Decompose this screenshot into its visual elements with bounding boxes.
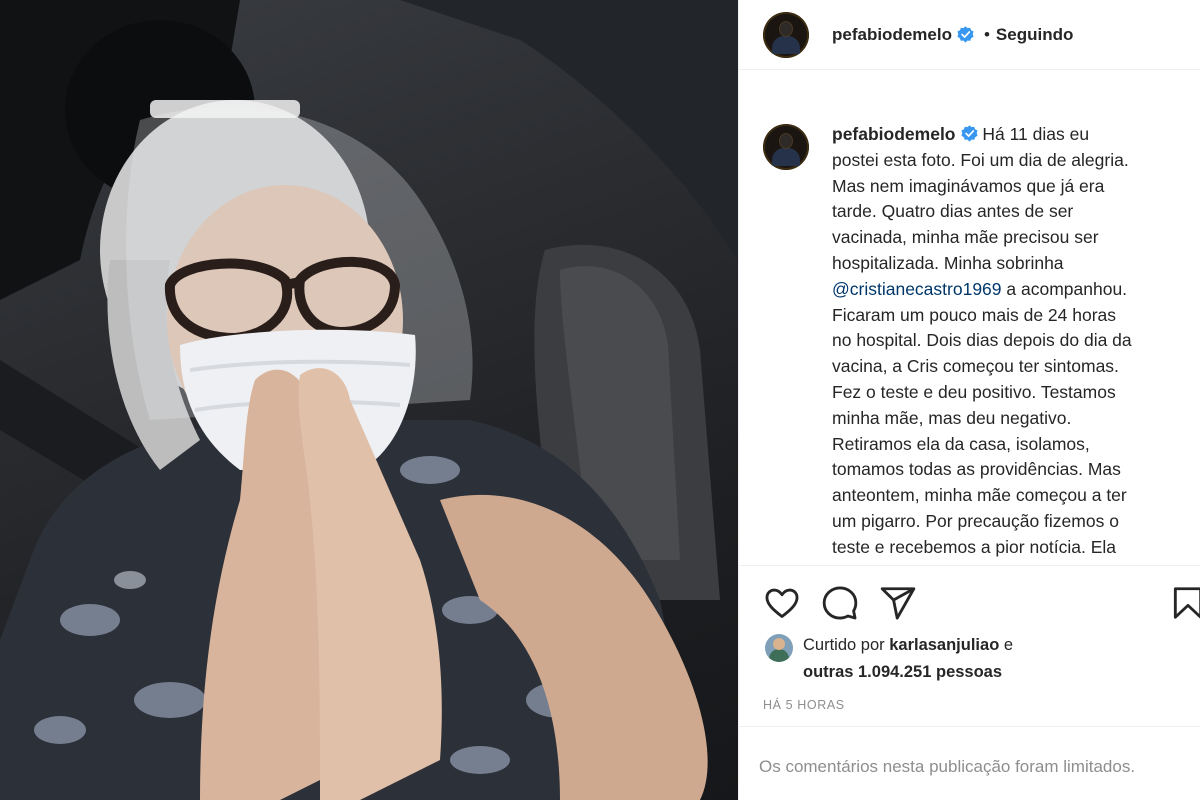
caption-line: Fez o teste e deu positivo. Testamos — [832, 381, 1116, 402]
caption-area: pefabiodemelo Há 11 dias eu postei esta … — [739, 70, 1200, 566]
caption-line: teste e recebemos a pior notícia. Ela — [832, 536, 1117, 557]
likes-prefix: Curtido por — [803, 636, 885, 654]
post-side-panel: pefabiodemelo • Seguindo pefabiodemelo H… — [738, 0, 1200, 800]
heart-icon[interactable] — [763, 584, 801, 622]
caption-username[interactable]: pefabiodemelo — [832, 124, 956, 144]
post-header: pefabiodemelo • Seguindo — [739, 0, 1200, 70]
comments-limited-notice: Os comentários nesta publicação foram li… — [739, 726, 1200, 800]
caption-line: pefabiodemelo Há 11 dias eu — [832, 122, 1200, 148]
post-caption: pefabiodemelo Há 11 dias eu postei esta … — [832, 122, 1200, 561]
post-photo-illustration — [0, 0, 738, 800]
caption-line: Ficaram um pouco mais de 24 horas — [832, 304, 1117, 325]
caption-line: um pigarro. Por precaução fizemos o — [832, 510, 1119, 531]
author-username[interactable]: pefabiodemelo — [832, 25, 952, 45]
verified-badge-icon — [957, 26, 974, 43]
author-avatar[interactable] — [763, 11, 809, 58]
mention-link[interactable]: @cristianecastro1969 — [832, 279, 1002, 299]
caption-line: Retiramos ela da casa, isolamos, — [832, 433, 1090, 454]
likes-text: Curtido por karlasanjuliao e outras 1.09… — [803, 632, 1013, 686]
caption-line: tarde. Quatro dias antes de ser — [832, 201, 1074, 222]
caption-line: vacina, a Cris começou ter sintomas. — [832, 356, 1119, 377]
likes-summary: Curtido por karlasanjuliao e outras 1.09… — [765, 632, 1013, 686]
caption-line: hospitalizada. Minha sobrinha — [832, 252, 1064, 273]
caption-line: minha mãe, mas deu negativo. — [832, 407, 1072, 428]
caption-line: postei esta foto. Foi um dia de alegria. — [832, 149, 1129, 170]
paper-plane-icon[interactable] — [879, 584, 917, 622]
caption-author-avatar[interactable] — [763, 124, 809, 170]
liked-by-username[interactable]: karlasanjuliao — [889, 636, 999, 654]
post-actions — [763, 584, 1200, 624]
likes-conjunction: e — [1003, 636, 1014, 654]
comment-bubble-icon[interactable] — [821, 584, 859, 622]
caption-line: anteontem, minha mãe começou a ter — [832, 485, 1127, 506]
post-photo[interactable] — [0, 0, 738, 800]
caption-line: Mas nem imaginávamos que já era — [832, 175, 1105, 196]
caption-text: a acompanhou. — [1006, 278, 1128, 299]
header-separator: • — [983, 24, 990, 44]
caption-text: Há 11 dias eu — [982, 124, 1090, 144]
post-timestamp[interactable]: HÁ 5 HORAS — [763, 698, 845, 712]
following-button[interactable]: Seguindo — [996, 25, 1073, 45]
caption-line: vacinada, minha mãe precisou ser — [832, 227, 1099, 248]
caption-line: @cristianecastro1969 a acompanhou. — [832, 277, 1200, 303]
liker-avatar[interactable] — [765, 634, 793, 662]
caption-line: no hospital. Dois dias depois do dia da — [832, 330, 1132, 351]
verified-badge-icon — [960, 125, 978, 142]
likes-count-link[interactable]: outras 1.094.251 pessoas — [803, 663, 1002, 681]
bookmark-icon[interactable] — [1169, 584, 1200, 622]
caption-line: tomamos todas as providências. Mas — [832, 459, 1121, 480]
